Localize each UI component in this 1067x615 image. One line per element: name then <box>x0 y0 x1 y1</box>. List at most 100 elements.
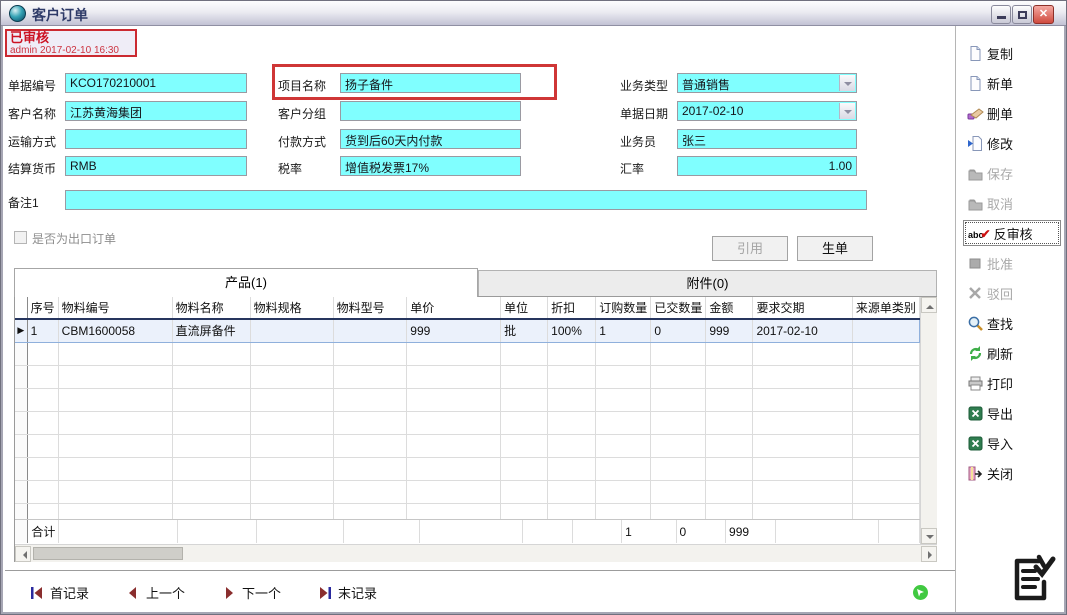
close-form-button[interactable]: 关闭 <box>963 458 1061 488</box>
maximize-button[interactable] <box>1012 5 1032 24</box>
refresh-icon <box>967 345 984 362</box>
horizontal-scrollbar[interactable] <box>15 544 937 562</box>
minimize-button[interactable] <box>991 5 1011 24</box>
modify-icon <box>967 135 984 152</box>
table-cell <box>58 365 172 388</box>
scroll-up-button[interactable] <box>921 297 937 313</box>
table-cell <box>501 411 548 434</box>
table-cell <box>407 434 501 457</box>
find-label: 查找 <box>987 314 1013 333</box>
header-cell[interactable]: 物料规格 <box>250 297 333 319</box>
save-label: 保存 <box>987 164 1013 183</box>
table-cell: 1 <box>27 319 58 342</box>
payment-field[interactable]: 货到后60天内付款 <box>340 129 521 149</box>
import-button[interactable]: 导入 <box>963 428 1061 458</box>
unaudit-button[interactable]: abc✔ 反审核 <box>963 220 1061 246</box>
titlebar[interactable]: 客户订单 ✕ <box>1 1 1066 26</box>
biz-type-value: 普通销售 <box>682 78 730 92</box>
header-cell[interactable]: 物料型号 <box>333 297 407 319</box>
tab-products[interactable]: 产品(1) <box>14 268 478 297</box>
save-icon <box>967 165 984 182</box>
chevron-down-icon[interactable] <box>839 75 855 91</box>
new-order-button[interactable]: 新单 <box>963 68 1061 98</box>
delete-order-button[interactable]: 删单 <box>963 98 1061 128</box>
grid-row <box>15 480 920 503</box>
remark1-field[interactable] <box>65 190 867 210</box>
table-cell <box>548 480 596 503</box>
generate-order-button[interactable]: 生单 <box>797 236 873 261</box>
header-cell[interactable]: 折扣 <box>548 297 596 319</box>
last-record-label: 末记录 <box>338 583 377 602</box>
transport-field[interactable] <box>65 129 247 149</box>
horizontal-scroll-thumb[interactable] <box>33 547 183 560</box>
find-button[interactable]: 查找 <box>963 308 1061 338</box>
grid-header-row[interactable]: 序号物料编号物料名称物料规格物料型号单价单位折扣订购数量已交数量金额要求交期来源… <box>15 297 920 319</box>
last-record-button[interactable]: 末记录 <box>317 583 377 602</box>
row-indicator: ▶ <box>15 319 27 342</box>
table-cell <box>852 411 919 434</box>
print-button[interactable]: 打印 <box>963 368 1061 398</box>
vertical-scrollbar[interactable] <box>920 297 937 544</box>
currency-label: 结算货币 <box>8 160 56 177</box>
next-record-button[interactable]: 下一个 <box>221 583 281 602</box>
first-record-button[interactable]: 首记录 <box>29 583 89 602</box>
record-nav-bar: 首记录 上一个 下一个 末记录 <box>5 570 955 610</box>
header-cell[interactable]: 金额 <box>706 297 753 319</box>
scroll-right-button[interactable] <box>921 546 937 562</box>
scroll-left-button[interactable] <box>15 546 31 562</box>
table-cell: 1 <box>622 520 676 543</box>
doc-date-select[interactable]: 2017-02-10 <box>677 101 857 121</box>
header-cell[interactable]: 物料名称 <box>172 297 250 319</box>
export-button[interactable]: 导出 <box>963 398 1061 428</box>
header-cell[interactable]: 单价 <box>407 297 501 319</box>
table-cell: 0 <box>651 319 706 342</box>
tab-attachments[interactable]: 附件(0) <box>478 270 937 297</box>
scroll-down-button[interactable] <box>921 528 937 544</box>
doc-no-field[interactable]: KCO170210001 <box>65 73 247 93</box>
header-cell[interactable]: 来源单类别 <box>852 297 919 319</box>
status-indicator-icon[interactable] <box>913 585 928 600</box>
prev-record-button[interactable]: 上一个 <box>125 583 185 602</box>
table-cell <box>879 520 920 543</box>
table-cell <box>250 480 333 503</box>
header-cell[interactable]: 要求交期 <box>753 297 852 319</box>
header-cell[interactable]: 单位 <box>501 297 548 319</box>
customer-name-field[interactable]: 江苏黄海集团 <box>65 101 247 121</box>
modify-button[interactable]: 修改 <box>963 128 1061 158</box>
table-cell <box>651 388 706 411</box>
currency-field[interactable]: RMB <box>65 156 247 176</box>
table-cell <box>250 503 333 519</box>
header-cell[interactable]: 已交数量 <box>651 297 706 319</box>
refresh-button[interactable]: 刷新 <box>963 338 1061 368</box>
table-cell <box>407 365 501 388</box>
table-cell <box>172 503 250 519</box>
header-cell[interactable]: 订购数量 <box>596 297 651 319</box>
copy-button[interactable]: 复制 <box>963 38 1061 68</box>
table-cell <box>27 342 58 365</box>
header-cell[interactable]: 物料编号 <box>58 297 172 319</box>
chevron-down-icon[interactable] <box>839 103 855 119</box>
table-cell <box>651 365 706 388</box>
table-cell <box>852 342 919 365</box>
doc-date-label: 单据日期 <box>620 105 668 122</box>
grid-selected-row[interactable]: ▶1CBM1600058直流屏备件999批100%109992017-02-10 <box>15 319 920 342</box>
table-cell: 999 <box>726 520 776 543</box>
exchange-rate-field[interactable]: 1.00 <box>677 156 857 176</box>
app-globe-icon <box>9 5 26 22</box>
header-cell[interactable]: 序号 <box>27 297 58 319</box>
grid-row <box>15 434 920 457</box>
close-button[interactable]: ✕ <box>1033 5 1054 24</box>
table-cell <box>501 388 548 411</box>
copy-label: 复制 <box>987 44 1013 63</box>
table-cell <box>250 457 333 480</box>
salesman-field[interactable]: 张三 <box>677 129 857 149</box>
tax-rate-field[interactable]: 增值税发票17% <box>340 156 521 176</box>
customer-group-field[interactable] <box>340 101 521 121</box>
row-indicator <box>15 480 27 503</box>
grid-row <box>15 503 920 519</box>
biz-type-select[interactable]: 普通销售 <box>677 73 857 93</box>
table-cell <box>852 480 919 503</box>
row-indicator <box>15 297 27 319</box>
table-cell <box>501 342 548 365</box>
table-cell <box>651 411 706 434</box>
